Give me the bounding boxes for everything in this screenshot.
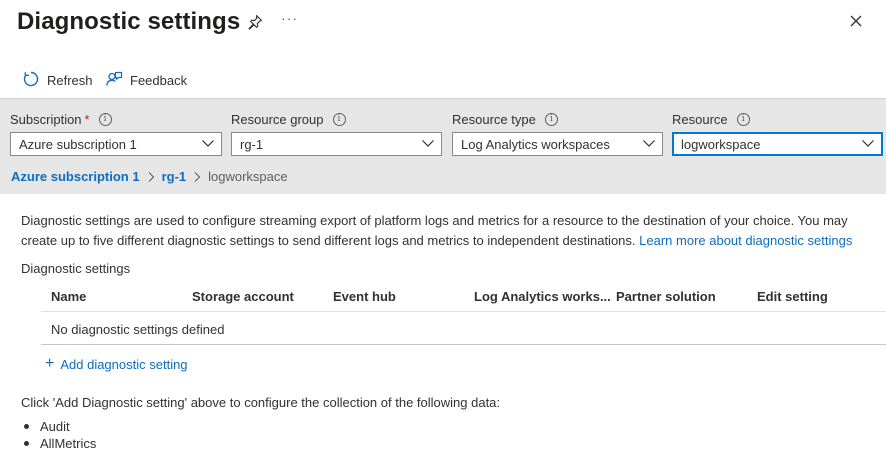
add-diagnostic-setting-label: Add diagnostic setting bbox=[60, 356, 188, 372]
empty-state-message: No diagnostic settings defined bbox=[51, 322, 225, 337]
breadcrumb-subscription[interactable]: Azure subscription 1 bbox=[11, 169, 140, 184]
section-label: Diagnostic settings bbox=[21, 261, 131, 276]
list-item: AllMetrics bbox=[24, 435, 96, 452]
data-collection-note: Click 'Add Diagnostic setting' above to … bbox=[21, 395, 501, 410]
filter-area: Subscription * i Azure subscription 1 Re… bbox=[0, 98, 886, 194]
resource-group-dropdown[interactable]: rg-1 bbox=[231, 132, 442, 156]
learn-more-link[interactable]: Learn more about diagnostic settings bbox=[639, 233, 852, 248]
more-icon[interactable]: ··· bbox=[281, 10, 298, 26]
breadcrumb-resource-group[interactable]: rg-1 bbox=[162, 169, 187, 184]
toolbar: Refresh Feedback bbox=[0, 66, 886, 96]
subscription-dropdown[interactable]: Azure subscription 1 bbox=[10, 132, 222, 156]
add-diagnostic-setting-link[interactable]: + Add diagnostic setting bbox=[45, 356, 188, 372]
resource-dropdown[interactable]: logworkspace bbox=[672, 132, 883, 156]
list-item-label: AllMetrics bbox=[40, 436, 97, 451]
resource-type-dropdown[interactable]: Log Analytics workspaces bbox=[452, 132, 663, 156]
refresh-label: Refresh bbox=[47, 73, 93, 88]
subscription-label-text: Subscription bbox=[10, 111, 82, 127]
column-header-storage-account: Storage account bbox=[192, 289, 294, 304]
feedback-icon bbox=[105, 70, 130, 91]
feedback-label: Feedback bbox=[130, 73, 188, 88]
breadcrumb-resource: logworkspace bbox=[208, 169, 288, 184]
chevron-down-icon bbox=[201, 136, 215, 153]
close-icon[interactable] bbox=[848, 13, 864, 29]
info-icon[interactable]: i bbox=[98, 112, 112, 126]
pin-icon[interactable] bbox=[246, 13, 264, 31]
column-header-edit-setting: Edit setting bbox=[757, 289, 828, 304]
refresh-icon bbox=[22, 70, 47, 91]
column-header-name: Name bbox=[51, 289, 87, 304]
list-item-label: Audit bbox=[40, 419, 70, 434]
info-icon[interactable]: i bbox=[544, 112, 558, 126]
chevron-right-icon bbox=[146, 171, 156, 183]
resource-type-value: Log Analytics workspaces bbox=[461, 136, 610, 152]
resource-filter: Resource i logworkspace bbox=[672, 111, 883, 156]
refresh-button[interactable]: Refresh bbox=[22, 70, 93, 91]
chevron-down-icon bbox=[642, 136, 656, 153]
breadcrumb: Azure subscription 1 rg-1 logworkspace bbox=[11, 169, 288, 184]
column-header-event-hub: Event hub bbox=[333, 289, 396, 304]
table-row: No diagnostic settings defined bbox=[41, 313, 886, 345]
title-bar: Diagnostic settings ··· bbox=[0, 0, 886, 50]
resource-group-label: Resource group i bbox=[231, 111, 442, 127]
resource-type-label-text: Resource type bbox=[452, 111, 536, 127]
description: Diagnostic settings are used to configur… bbox=[21, 211, 871, 251]
resource-type-label: Resource type i bbox=[452, 111, 663, 127]
info-icon[interactable]: i bbox=[332, 112, 346, 126]
resource-group-filter: Resource group i rg-1 bbox=[231, 111, 442, 156]
bullet-icon bbox=[24, 424, 29, 429]
chevron-down-icon bbox=[861, 136, 875, 153]
list-item: Audit bbox=[24, 418, 96, 435]
resource-label: Resource i bbox=[672, 111, 883, 127]
column-header-log-analytics: Log Analytics works... bbox=[474, 289, 611, 304]
feedback-button[interactable]: Feedback bbox=[105, 70, 187, 91]
resource-label-text: Resource bbox=[672, 111, 728, 127]
subscription-label: Subscription * i bbox=[10, 111, 222, 127]
table-header: Name Storage account Event hub Log Analy… bbox=[41, 281, 886, 312]
resource-group-label-text: Resource group bbox=[231, 111, 324, 127]
subscription-value: Azure subscription 1 bbox=[19, 136, 137, 152]
data-category-list: Audit AllMetrics bbox=[24, 418, 96, 452]
resource-value: logworkspace bbox=[681, 136, 761, 152]
chevron-down-icon bbox=[421, 136, 435, 153]
page-title: Diagnostic settings bbox=[17, 8, 241, 35]
required-marker: * bbox=[84, 111, 90, 127]
resource-type-filter: Resource type i Log Analytics workspaces bbox=[452, 111, 663, 156]
info-icon[interactable]: i bbox=[736, 112, 750, 126]
column-header-partner-solution: Partner solution bbox=[616, 289, 716, 304]
chevron-right-icon bbox=[192, 171, 202, 183]
subscription-filter: Subscription * i Azure subscription 1 bbox=[10, 111, 222, 156]
resource-group-value: rg-1 bbox=[240, 136, 264, 152]
bullet-icon bbox=[24, 441, 29, 446]
plus-icon: + bbox=[45, 355, 55, 372]
